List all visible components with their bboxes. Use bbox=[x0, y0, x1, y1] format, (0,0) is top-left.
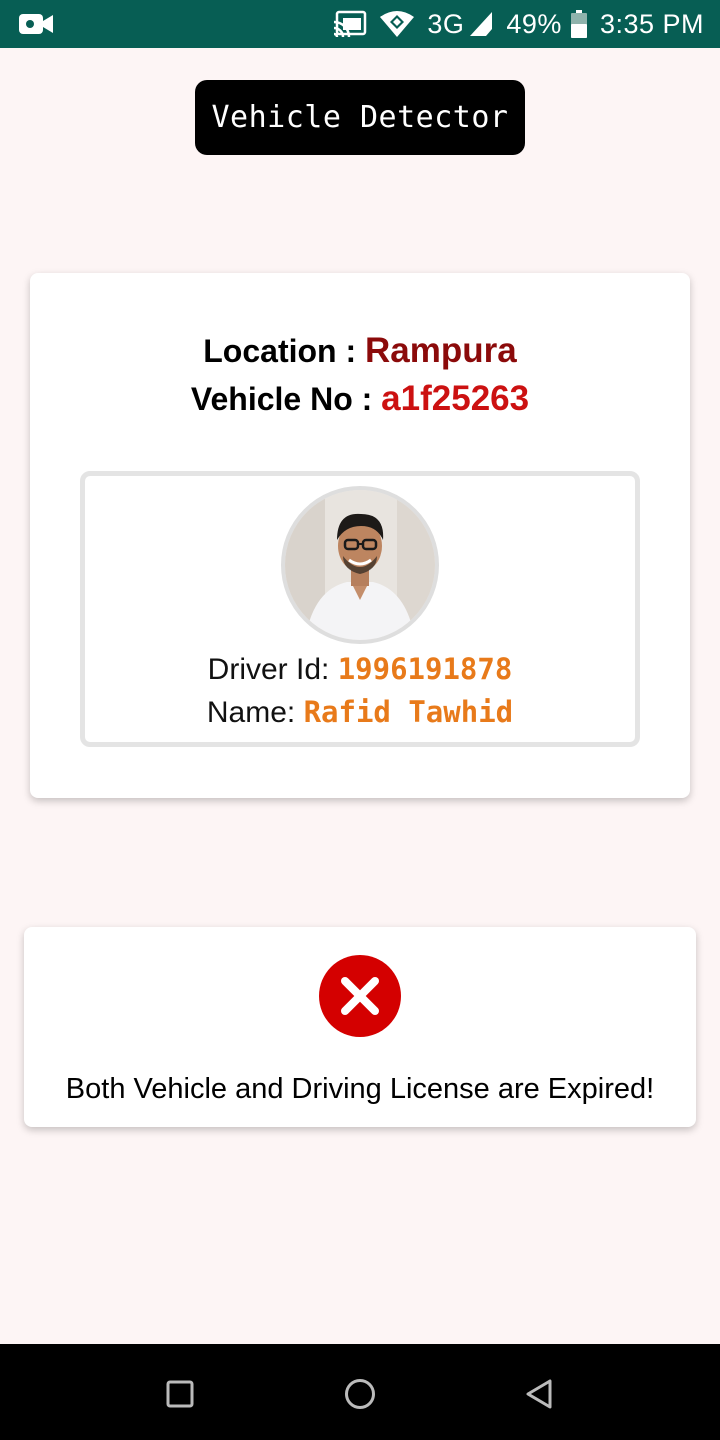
driver-name-row: Name: Rafid Tawhid bbox=[85, 695, 635, 730]
wifi-icon bbox=[379, 10, 415, 38]
home-icon[interactable] bbox=[340, 1374, 380, 1414]
back-icon[interactable] bbox=[520, 1374, 560, 1414]
location-row: Location : Rampura bbox=[30, 331, 690, 371]
navigation-bar bbox=[0, 1344, 720, 1440]
driver-id-value: 1996191878 bbox=[337, 652, 513, 686]
location-label: Location : bbox=[203, 333, 366, 369]
clock: 3:35 PM bbox=[599, 8, 704, 39]
detection-card: Location : Rampura Vehicle No : a1f25263 bbox=[30, 273, 690, 798]
error-x-icon bbox=[318, 954, 402, 1038]
driver-info-box: Driver Id: 1996191878 Name: Rafid Tawhid bbox=[80, 471, 640, 747]
license-status-message: Both Vehicle and Driving License are Exp… bbox=[65, 1073, 655, 1105]
driver-id-label: Driver Id: bbox=[207, 653, 338, 686]
driver-photo bbox=[281, 486, 439, 644]
signal-icon bbox=[468, 10, 494, 38]
status-bar: 3G 49% 3:35 PM bbox=[0, 0, 720, 48]
driver-id-row: Driver Id: 1996191878 bbox=[85, 652, 635, 687]
location-value: Rampura bbox=[365, 331, 517, 370]
license-status-card: Both Vehicle and Driving License are Exp… bbox=[24, 927, 696, 1127]
cast-icon bbox=[333, 10, 367, 38]
recent-apps-icon[interactable] bbox=[160, 1374, 200, 1414]
network-type: 3G bbox=[427, 8, 465, 39]
vehicle-number-label: Vehicle No : bbox=[190, 381, 382, 417]
video-camera-icon bbox=[18, 11, 54, 37]
vehicle-number-value: a1f25263 bbox=[381, 379, 530, 418]
driver-name-label: Name: bbox=[206, 696, 304, 729]
driver-name-value: Rafid Tawhid bbox=[303, 695, 514, 729]
app-title: Vehicle Detector bbox=[194, 80, 526, 155]
vehicle-number-row: Vehicle No : a1f25263 bbox=[30, 379, 690, 419]
battery-percent: 49% bbox=[506, 8, 562, 39]
battery-icon bbox=[570, 9, 588, 39]
